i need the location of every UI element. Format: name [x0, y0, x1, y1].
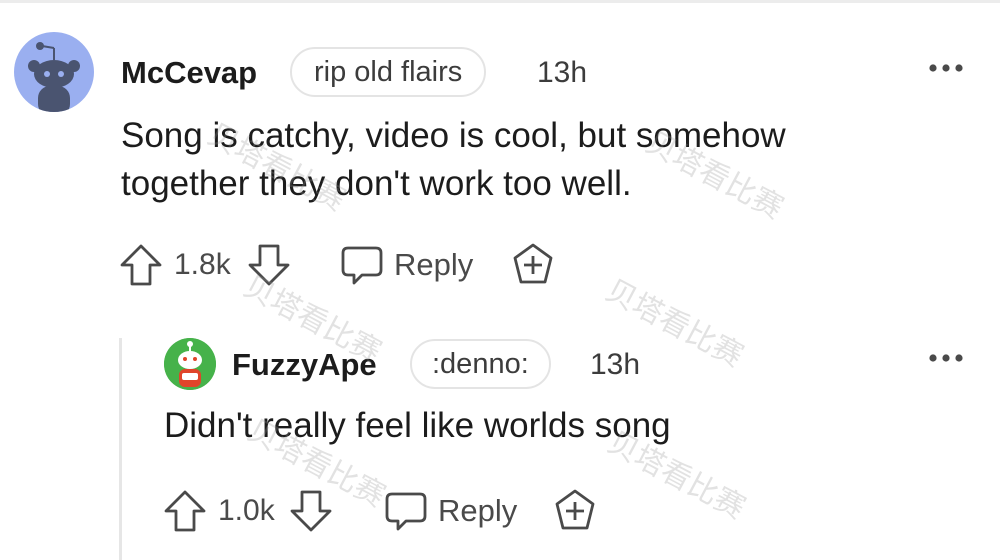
comment-author[interactable]: McCevap — [121, 54, 257, 92]
vote-count: 1.0k — [218, 494, 275, 527]
downvote-icon — [290, 490, 332, 532]
comment-timestamp: 13h — [590, 348, 641, 381]
downvote-button[interactable] — [246, 238, 292, 292]
user-flair: rip old flairs — [290, 47, 487, 97]
top-divider — [0, 0, 1000, 3]
comment-timestamp: 13h — [537, 56, 588, 89]
more-options-button[interactable] — [926, 56, 966, 80]
reply-button[interactable]: Reply — [340, 238, 480, 292]
thread-line[interactable] — [119, 338, 122, 560]
vote-count: 1.8k — [174, 248, 231, 281]
comment-actions: 1.0k Reply — [162, 484, 642, 538]
reply-bubble-icon — [385, 492, 427, 531]
comment-author[interactable]: FuzzyApe — [232, 346, 377, 384]
user-flair: :denno: — [410, 339, 551, 389]
downvote-icon — [248, 244, 290, 286]
more-dots-icon — [929, 354, 963, 362]
snoo-avatar-icon — [28, 42, 80, 112]
comment-body: Song is catchy, video is cool, but someh… — [121, 116, 786, 203]
reply-label: Reply — [438, 493, 518, 528]
upvote-icon — [120, 244, 162, 286]
avatar[interactable] — [14, 32, 94, 112]
reply-button[interactable]: Reply — [384, 484, 524, 538]
downvote-button[interactable] — [288, 484, 334, 538]
comment-body: Didn't really feel like worlds song — [164, 406, 671, 445]
reply-bubble-icon — [341, 246, 383, 285]
award-button[interactable] — [552, 484, 598, 538]
comment-actions: 1.8k Reply — [118, 238, 598, 292]
award-plus-icon — [555, 489, 595, 530]
avatar[interactable] — [164, 338, 216, 390]
award-plus-icon — [513, 243, 553, 284]
upvote-button[interactable] — [118, 238, 164, 292]
snoo-avatar-icon — [164, 338, 216, 390]
more-dots-icon — [929, 64, 963, 72]
reply-label: Reply — [394, 247, 474, 282]
upvote-icon — [164, 490, 206, 532]
more-options-button[interactable] — [926, 346, 966, 370]
upvote-button[interactable] — [162, 484, 208, 538]
award-button[interactable] — [510, 238, 556, 292]
